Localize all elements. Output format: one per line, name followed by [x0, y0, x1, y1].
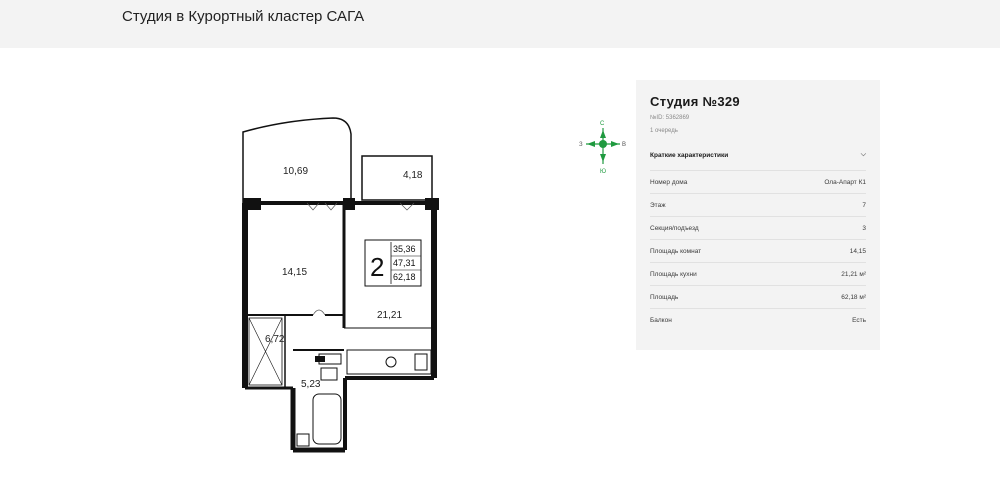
apartment-title: Студия №329	[650, 94, 740, 109]
room-area-hall: 6,72	[265, 334, 285, 345]
spec-value: 62,18 м²	[841, 294, 866, 301]
page-title: Студия в Курортный кластер САГА	[122, 8, 365, 25]
characteristics-title: Краткие характеристики	[650, 152, 729, 159]
spec-label: Балкон	[650, 317, 672, 324]
spec-row: Площадь кухни 21,21 м²	[650, 262, 866, 285]
compass-west: З	[579, 142, 583, 148]
spec-row: Площадь комнат 14,15	[650, 239, 866, 262]
characteristics-toggle[interactable]: Краткие характеристики ⌵	[650, 151, 866, 159]
spec-row: Балкон Есть	[650, 308, 866, 331]
floor-plan[interactable]: 10,69 4,18 14,15 21,21 6,72 5,23 2 35,36…	[225, 110, 465, 470]
area-total: 62,18	[393, 272, 416, 282]
area-living: 35,36	[393, 244, 416, 254]
chevron-down-icon[interactable]: ⌵	[861, 151, 866, 159]
room-area-bedroom: 14,15	[282, 267, 307, 278]
spec-label: Этаж	[650, 202, 666, 209]
spec-value: Ола-Апарт К1	[824, 179, 866, 186]
spec-label: Секция/подъезд	[650, 225, 699, 232]
spec-label: Площадь	[650, 294, 679, 301]
spec-value: 3	[862, 225, 866, 232]
area-kitchen: 47,31	[393, 258, 416, 268]
apartment-id: №ID: 5362869	[650, 115, 690, 121]
spec-value: 21,21 м²	[841, 271, 866, 278]
spec-value: 14,15	[849, 248, 866, 255]
page-header: Студия в Курортный кластер САГА	[0, 0, 1000, 48]
spec-row: Площадь 62,18 м²	[650, 285, 866, 308]
room-area-loggia: 10,69	[283, 166, 308, 177]
spec-row: Номер дома Ола-Апарт К1	[650, 170, 866, 193]
compass-north: С	[600, 121, 605, 127]
rooms-badge: 2 35,36 47,31 62,18	[364, 239, 422, 287]
spec-label: Номер дома	[650, 179, 688, 186]
apartment-info-card: Студия №329 №ID: 5362869 1 очередь Кратк…	[636, 80, 880, 350]
spec-value: Есть	[852, 317, 866, 324]
compass-south: Ю	[600, 169, 606, 175]
rooms-count: 2	[370, 252, 384, 282]
compass-icon: С Ю З В	[579, 121, 626, 175]
room-area-bathroom: 5,23	[301, 379, 321, 390]
compass-east: В	[622, 142, 626, 148]
spec-label: Площадь кухни	[650, 271, 697, 278]
apartment-queue: 1 очередь	[650, 128, 678, 134]
room-area-kitchen-living: 21,21	[377, 310, 402, 321]
spec-label: Площадь комнат	[650, 248, 702, 255]
spec-row: Секция/подъезд 3	[650, 216, 866, 239]
room-area-balcony: 4,18	[403, 170, 423, 181]
spec-row: Этаж 7	[650, 193, 866, 216]
spec-value: 7	[862, 202, 866, 209]
